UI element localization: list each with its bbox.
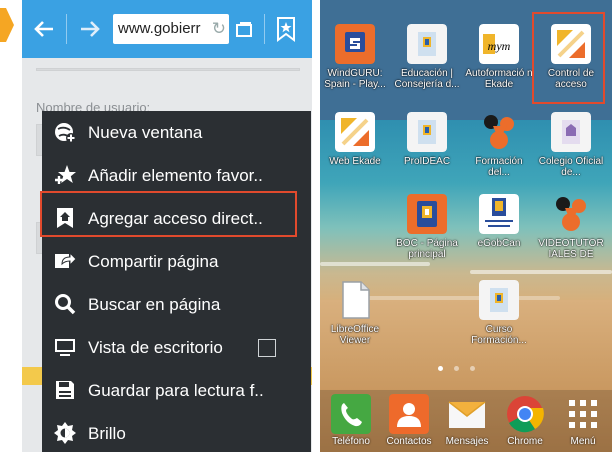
app-boc[interactable]: BOC - Página principal bbox=[392, 190, 462, 270]
dock-item-menu[interactable]: Menú bbox=[554, 392, 612, 450]
messages-icon bbox=[448, 401, 486, 428]
mym-icon: mym bbox=[479, 24, 519, 64]
videotutoriales-icon bbox=[556, 197, 586, 231]
app-videotutoriales[interactable]: VIDEOTUTOR IALES DE bbox=[536, 190, 606, 270]
new-window-globe-icon bbox=[55, 123, 76, 143]
contacts-icon bbox=[389, 394, 429, 434]
back-arrow-icon[interactable] bbox=[28, 0, 60, 60]
forward-arrow-icon[interactable] bbox=[74, 0, 106, 60]
app-formacion[interactable]: Formación del... bbox=[464, 108, 534, 188]
app-libreoffice-viewer[interactable]: LibreOffice Viewer bbox=[320, 276, 390, 356]
app-label: WindGURU: Spain - Play... bbox=[324, 68, 386, 90]
menu-item-brillo[interactable]: Brillo bbox=[42, 412, 311, 452]
dock-label: Chrome bbox=[507, 436, 543, 447]
app-egobcan[interactable]: eGobCan bbox=[464, 190, 534, 270]
colegio-icon bbox=[551, 112, 591, 152]
share-icon bbox=[55, 251, 76, 268]
dock-item-chrome[interactable]: Chrome bbox=[496, 392, 554, 450]
home-screen: WindGURU: Spain - Play... Educación | Co… bbox=[320, 0, 612, 452]
phone-icon bbox=[331, 394, 371, 434]
app-label: Formación del... bbox=[475, 156, 523, 178]
menu-item-label: Nueva ventana bbox=[88, 123, 203, 142]
app-label: eGobCan bbox=[477, 238, 521, 249]
desktop-view-checkbox[interactable] bbox=[258, 339, 276, 357]
add-favorite-star-icon bbox=[55, 165, 76, 184]
browser-toolbar: www.gobierr ↻ bbox=[22, 0, 312, 58]
menu-item-vista-de-escritorio[interactable]: Vista de escritorio bbox=[42, 326, 311, 369]
menu-item-buscar-en-pagina[interactable]: Buscar en página bbox=[42, 283, 311, 326]
orange-bullet-icon bbox=[0, 8, 14, 42]
dock-label: Menú bbox=[570, 436, 596, 447]
app-label: VIDEOTUTOR IALES DE bbox=[538, 238, 604, 260]
toolbar-divider bbox=[264, 14, 265, 44]
libreoffice-icon bbox=[342, 281, 370, 319]
app-label: ProIDEAC bbox=[403, 156, 451, 167]
search-icon bbox=[55, 294, 76, 315]
svg-text:mym: mym bbox=[488, 39, 511, 53]
egobcan-icon bbox=[479, 194, 519, 234]
menu-item-label: Compartir página bbox=[88, 252, 219, 271]
app-label: Web Ekade bbox=[329, 156, 381, 167]
app-windguru[interactable]: WindGURU: Spain - Play... bbox=[320, 20, 390, 100]
boc-icon bbox=[407, 194, 447, 234]
browser-screen: www.gobierr ↻ Nombre de usuario: Nueva v… bbox=[22, 0, 312, 452]
reload-icon[interactable]: ↻ bbox=[212, 14, 226, 44]
url-input[interactable]: www.gobierr ↻ bbox=[113, 14, 229, 44]
menu-item-nueva-ventana[interactable]: Nueva ventana bbox=[42, 111, 311, 154]
highlight-box-control-acceso bbox=[532, 12, 605, 104]
page-indicator-dot[interactable] bbox=[438, 366, 443, 371]
wave-foam bbox=[470, 270, 612, 274]
app-label: LibreOffice Viewer bbox=[330, 324, 380, 346]
chrome-icon bbox=[507, 396, 544, 433]
curso-formacion-icon bbox=[479, 280, 519, 320]
app-colegio-oficial[interactable]: Colegio Oficial de... bbox=[536, 108, 606, 188]
menu-item-label: Buscar en página bbox=[88, 295, 221, 314]
toolbar-divider bbox=[66, 14, 67, 44]
dock-item-contactos[interactable]: Contactos bbox=[380, 392, 438, 450]
desktop-monitor-icon bbox=[55, 339, 75, 356]
proideac-icon bbox=[407, 112, 447, 152]
page-indicator-dot[interactable] bbox=[454, 366, 459, 371]
app-label: Colegio Oficial de... bbox=[538, 156, 604, 178]
dock-item-mensajes[interactable]: Mensajes bbox=[438, 392, 496, 450]
save-icon bbox=[56, 381, 74, 399]
page-divider bbox=[36, 68, 300, 71]
app-proideac[interactable]: ProIDEAC bbox=[392, 108, 462, 188]
brightness-icon bbox=[54, 422, 76, 444]
dock-label: Teléfono bbox=[332, 436, 370, 447]
web-ekade-icon bbox=[335, 112, 375, 152]
menu-item-label: Vista de escritorio bbox=[88, 338, 223, 357]
page-indicator-dot[interactable] bbox=[470, 366, 475, 371]
dock-label: Mensajes bbox=[445, 436, 489, 447]
app-web-ekade[interactable]: Web Ekade bbox=[320, 108, 390, 188]
app-label: Autoformació n Ekade bbox=[465, 68, 533, 90]
bookmark-star-icon[interactable] bbox=[274, 16, 298, 42]
menu-item-label: Guardar para lectura f.. bbox=[88, 381, 264, 400]
dock-item-telefono[interactable]: Teléfono bbox=[322, 392, 380, 450]
highlight-box-agregar-acceso bbox=[40, 191, 297, 237]
tabs-icon[interactable] bbox=[234, 19, 254, 39]
education-icon bbox=[407, 24, 447, 64]
url-text: www.gobierr bbox=[118, 20, 201, 37]
windguru-icon bbox=[335, 24, 375, 64]
menu-item-label: Brillo bbox=[88, 424, 126, 443]
menu-item-compartir-pagina[interactable]: Compartir página bbox=[42, 240, 311, 283]
app-label: Educación | Consejería d... bbox=[394, 68, 460, 90]
app-autoformacion-ekade[interactable]: mym Autoformació n Ekade bbox=[464, 20, 534, 100]
app-menu-grid-icon bbox=[569, 400, 597, 428]
app-label: Curso Formación... bbox=[471, 324, 527, 346]
browser-overflow-menu: Nueva ventana Añadir elemento favor.. Ag… bbox=[42, 111, 311, 452]
menu-item-guardar-lectura[interactable]: Guardar para lectura f.. bbox=[42, 369, 311, 412]
dock-label: Contactos bbox=[386, 436, 432, 447]
app-label: BOC - Página principal bbox=[396, 238, 458, 260]
formacion-icon bbox=[484, 115, 514, 149]
app-curso-formacion[interactable]: Curso Formación... bbox=[464, 276, 534, 356]
app-educacion[interactable]: Educación | Consejería d... bbox=[392, 20, 462, 100]
